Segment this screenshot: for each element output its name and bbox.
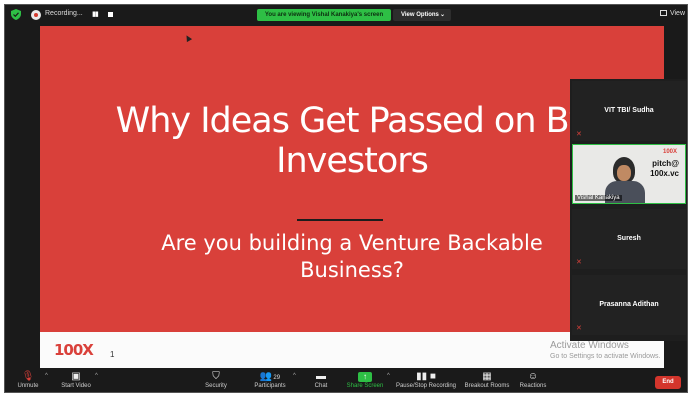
participant-tile[interactable]: VIT TBI/ Sudha ✕ — [572, 81, 686, 141]
participant-video-face — [617, 165, 631, 181]
start-video-label: Start Video — [61, 383, 91, 389]
meeting-top-bar: Recording... ▮▮ You are viewing Vishal K… — [5, 5, 687, 25]
reactions-icon: ☺ — [527, 371, 539, 382]
video-off-icon: ▣ — [71, 371, 81, 382]
activate-windows-watermark: Activate Windows Go to Settings to activ… — [550, 340, 661, 360]
start-video-button[interactable]: ▣ Start Video — [57, 370, 95, 389]
recording-label: Recording... — [45, 10, 83, 17]
reactions-button[interactable]: ☺ Reactions — [517, 370, 549, 389]
100x-logo: 100X — [54, 341, 94, 359]
view-options-label: View Options — [401, 12, 439, 18]
zoom-window: Recording... ▮▮ You are viewing Vishal K… — [4, 4, 688, 393]
participants-button[interactable]: 👥29 Participants — [249, 370, 291, 389]
chevron-up-icon[interactable]: ^ — [45, 373, 48, 379]
participant-count: 29 — [273, 375, 281, 381]
security-label: Security — [205, 383, 227, 389]
participant-name: Vishal Kanakiya — [575, 195, 622, 201]
view-button[interactable]: View — [659, 10, 685, 17]
wall-logo: 100X — [662, 149, 677, 155]
muted-mic-icon: 🎙 — [21, 371, 35, 382]
slide-page-number: 1 — [110, 350, 115, 359]
share-screen-button[interactable]: ↑ Share Screen — [345, 370, 385, 389]
viewing-banner: You are viewing Vishal Kanakiya's screen — [257, 9, 391, 21]
participant-video-panel: VIT TBI/ Sudha ✕ 100X pitch@ 100x.vc Vis… — [570, 79, 687, 341]
pause-stop-icon: ▮▮ ■ — [416, 371, 436, 382]
shield-icon: ⛉ — [212, 371, 220, 382]
wall-sign-line-1: pitch@ — [652, 159, 679, 168]
pause-stop-recording-button[interactable]: ▮▮ ■ Pause/Stop Recording — [395, 370, 457, 389]
unmute-label: Unmute — [17, 383, 39, 389]
participant-tile[interactable]: Prasanna Adithan ✕ — [572, 275, 686, 335]
chevron-up-icon[interactable]: ^ — [293, 373, 296, 379]
watermark-subtitle: Go to Settings to activate Windows. — [550, 353, 661, 360]
view-options-button[interactable]: View Options ⌄ — [393, 9, 451, 21]
slide-divider — [297, 219, 383, 221]
wall-sign-line-2: 100x.vc — [650, 169, 679, 178]
shield-icon[interactable] — [11, 9, 21, 20]
participant-tile[interactable]: Suresh ✕ — [572, 209, 686, 269]
pause-stop-recording-label: Pause/Stop Recording — [395, 383, 457, 389]
participant-name: VIT TBI/ Sudha — [604, 107, 654, 114]
unmute-button[interactable]: 🎙 Unmute — [13, 370, 43, 389]
muted-mic-icon: ✕ — [576, 131, 582, 138]
recording-indicator-icon — [31, 10, 41, 20]
meeting-toolbar: 🎙 Unmute ^ ▣ Start Video ^ ⛉ Security 👥2… — [5, 368, 687, 392]
watermark-title: Activate Windows — [550, 340, 629, 351]
chevron-down-icon: ⌄ — [439, 12, 445, 18]
stop-recording-icon[interactable] — [108, 12, 113, 17]
breakout-rooms-icon: ▦ — [482, 371, 492, 382]
reactions-label: Reactions — [519, 383, 547, 389]
pause-recording-icon[interactable]: ▮▮ — [92, 10, 99, 18]
chat-label: Chat — [314, 383, 328, 389]
participants-icon: 👥29 — [259, 371, 281, 382]
view-label: View — [669, 10, 685, 17]
security-button[interactable]: ⛉ Security — [201, 370, 231, 389]
breakout-rooms-label: Breakout Rooms — [464, 383, 510, 389]
chat-button[interactable]: ▬ Chat — [309, 370, 333, 389]
participant-tile-active-speaker[interactable]: 100X pitch@ 100x.vc Vishal Kanakiya — [572, 144, 686, 204]
grid-icon — [659, 10, 667, 16]
participant-name: Suresh — [617, 235, 641, 242]
chat-icon: ▬ — [316, 371, 326, 382]
wall-sign: pitch@ 100x.vc — [650, 159, 679, 179]
muted-mic-icon: ✕ — [576, 259, 582, 266]
chevron-up-icon[interactable]: ^ — [387, 373, 390, 379]
muted-mic-icon: ✕ — [576, 325, 582, 332]
participant-name: Prasanna Adithan — [599, 301, 659, 308]
breakout-rooms-button[interactable]: ▦ Breakout Rooms — [463, 370, 511, 389]
end-meeting-button[interactable]: End — [655, 376, 681, 389]
share-screen-label: Share Screen — [346, 383, 384, 389]
participants-label: Participants — [254, 383, 286, 389]
chevron-up-icon[interactable]: ^ — [95, 373, 98, 379]
share-screen-icon: ↑ — [345, 370, 385, 383]
